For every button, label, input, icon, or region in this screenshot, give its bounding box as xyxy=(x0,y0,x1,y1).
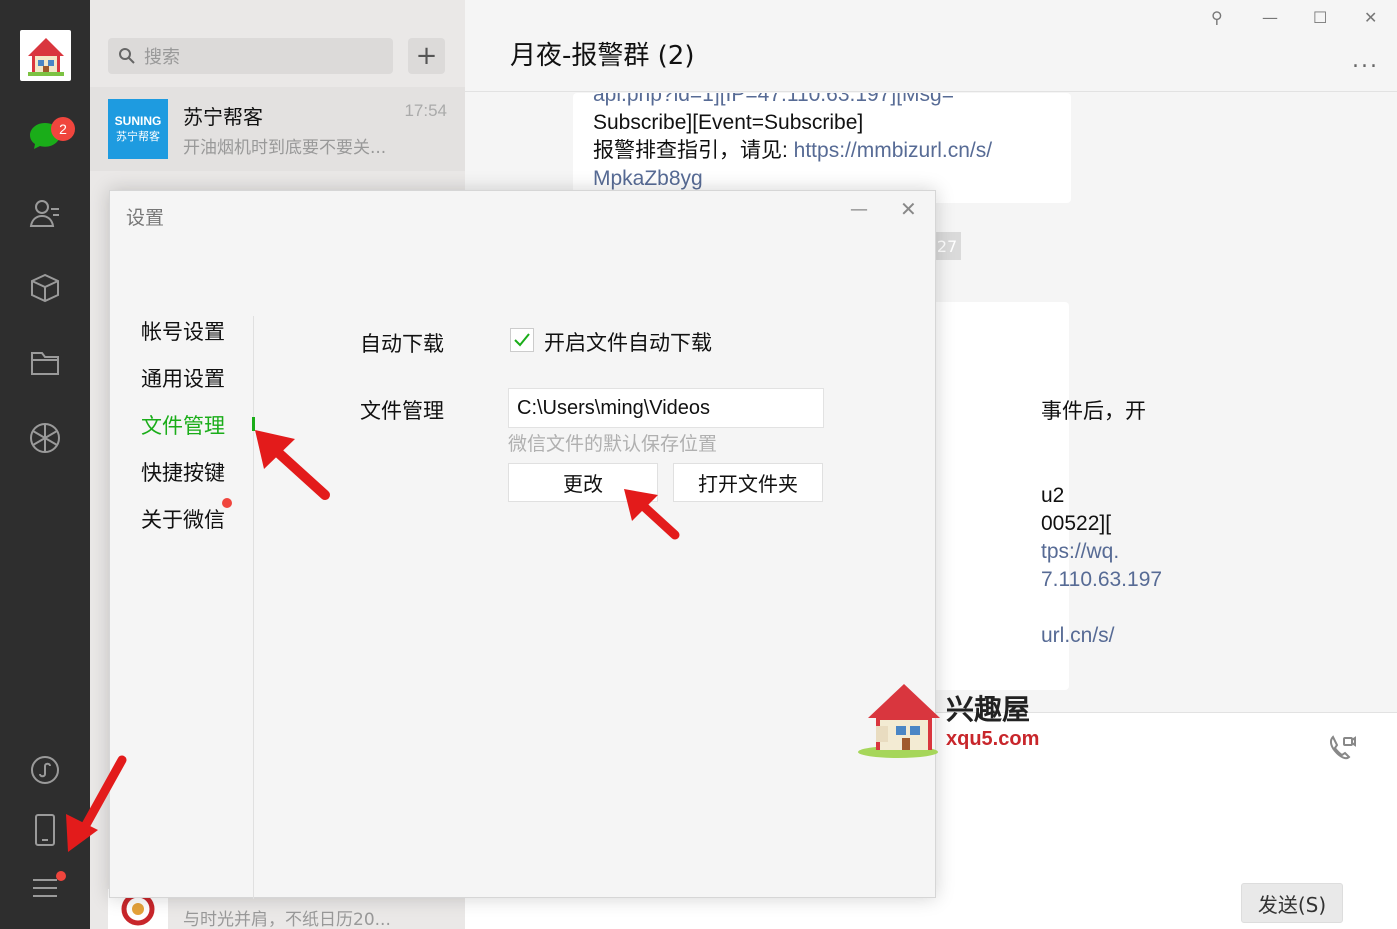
avatar-text-bottom: 苏宁帮客 xyxy=(116,131,160,143)
pin-icon[interactable]: ⚲ xyxy=(1211,8,1223,27)
search-icon xyxy=(119,48,135,64)
session-avatar: SUNING 苏宁帮客 xyxy=(108,99,168,159)
miniprogram-icon[interactable] xyxy=(27,752,63,788)
message-text: 报警排查指引，请见: xyxy=(593,139,794,162)
annotation-arrow xyxy=(255,430,330,500)
watermark-url: xqu5.com xyxy=(946,728,1040,750)
house-watermark-icon xyxy=(858,684,940,758)
message-link[interactable]: tps://wq. xyxy=(1041,538,1119,566)
session-preview: 开油烟机时到底要不要关... xyxy=(183,138,387,158)
unread-badge: 2 xyxy=(51,117,75,141)
contacts-icon[interactable] xyxy=(27,195,63,231)
maximize-button[interactable]: ☐ xyxy=(1313,8,1327,27)
box-icon[interactable] xyxy=(27,270,63,306)
annotation-arrow xyxy=(624,489,680,540)
search-input[interactable]: 搜索 xyxy=(108,38,393,74)
session-name: 苏宁帮客 xyxy=(183,105,263,129)
annotation-arrow xyxy=(66,755,127,852)
open-folder-button[interactable]: 打开文件夹 xyxy=(673,463,823,502)
session-preview: 与时光并肩，不纸日历20... xyxy=(183,910,391,929)
folder-icon[interactable] xyxy=(27,345,63,381)
auto-download-checkbox[interactable] xyxy=(510,328,534,352)
checkmark-icon xyxy=(514,333,530,347)
menu-notification-dot xyxy=(56,871,66,881)
session-time: 17:54 xyxy=(404,101,447,120)
session-item[interactable]: SUNING 苏宁帮客 苏宁帮客 17:54 开油烟机时到底要不要关... xyxy=(90,87,465,171)
message-link[interactable]: https://mmbizurl.cn/s/ xyxy=(794,139,992,162)
message-line: 00522][ xyxy=(1041,512,1112,535)
message-link[interactable]: url.cn/s/ xyxy=(1041,622,1115,650)
message-link[interactable]: 7.110.63.197 xyxy=(1041,566,1162,594)
file-management-label: 文件管理 xyxy=(360,399,444,423)
nav-item-about[interactable]: 关于微信 xyxy=(141,504,225,534)
nav-item-general[interactable]: 通用设置 xyxy=(141,363,225,393)
send-button[interactable]: 发送(S) xyxy=(1241,883,1343,923)
nav-item-shortcuts[interactable]: 快捷按键 xyxy=(141,457,225,487)
nav-item-file-management[interactable]: 文件管理 xyxy=(141,410,225,440)
phone-icon[interactable] xyxy=(27,812,63,848)
more-options-button[interactable]: ... xyxy=(1352,48,1379,73)
about-update-dot xyxy=(222,498,232,508)
auto-download-option[interactable]: 开启文件自动下载 xyxy=(544,327,712,357)
timestamp: 27 xyxy=(933,232,961,260)
message-link[interactable]: MpkaZb8yg xyxy=(593,165,1051,193)
watermark-name: 兴趣屋 xyxy=(946,693,1031,726)
settings-dialog: 设置 — ✕ 帐号设置 通用设置 文件管理 快捷按键 关于微信 自动下载 开启文… xyxy=(109,190,936,899)
message-line: Subscribe][Event=Subscribe] xyxy=(593,111,864,134)
house-logo-icon xyxy=(27,37,64,76)
message-line: 事件后，开 xyxy=(1041,400,1146,423)
watermark: 兴趣屋 xqu5.com xyxy=(858,682,1048,760)
dialog-title: 设置 xyxy=(126,207,165,229)
minimize-button[interactable]: — xyxy=(1262,8,1278,27)
message-line: api.php?id=1][IP=47.110.63.197][Msg= xyxy=(593,93,954,106)
nav-item-account[interactable]: 帐号设置 xyxy=(141,316,225,346)
save-path-hint: 微信文件的默认保存位置 xyxy=(508,433,718,455)
chat-title: 月夜-报警群 (2) xyxy=(510,41,695,71)
dialog-minimize-button[interactable]: — xyxy=(850,199,868,220)
search-placeholder: 搜索 xyxy=(144,47,180,68)
message-line: u2 xyxy=(1041,484,1065,507)
add-chat-button[interactable]: + xyxy=(408,38,445,74)
auto-download-label: 自动下载 xyxy=(360,332,444,356)
chat-header: 月夜-报警群 (2) ⚲ — ☐ ✕ ... xyxy=(465,0,1397,92)
message-bubble[interactable]: api.php?id=1][IP=47.110.63.197][Msg= Sub… xyxy=(573,93,1071,203)
avatar-text-top: SUNING xyxy=(114,114,162,128)
close-button[interactable]: ✕ xyxy=(1364,8,1377,27)
moments-icon[interactable] xyxy=(27,420,63,456)
save-path-field: C:\Users\ming\Videos xyxy=(508,388,824,428)
dialog-close-button[interactable]: ✕ xyxy=(900,197,917,221)
avatar[interactable] xyxy=(20,30,71,81)
video-call-icon[interactable] xyxy=(1327,733,1357,767)
